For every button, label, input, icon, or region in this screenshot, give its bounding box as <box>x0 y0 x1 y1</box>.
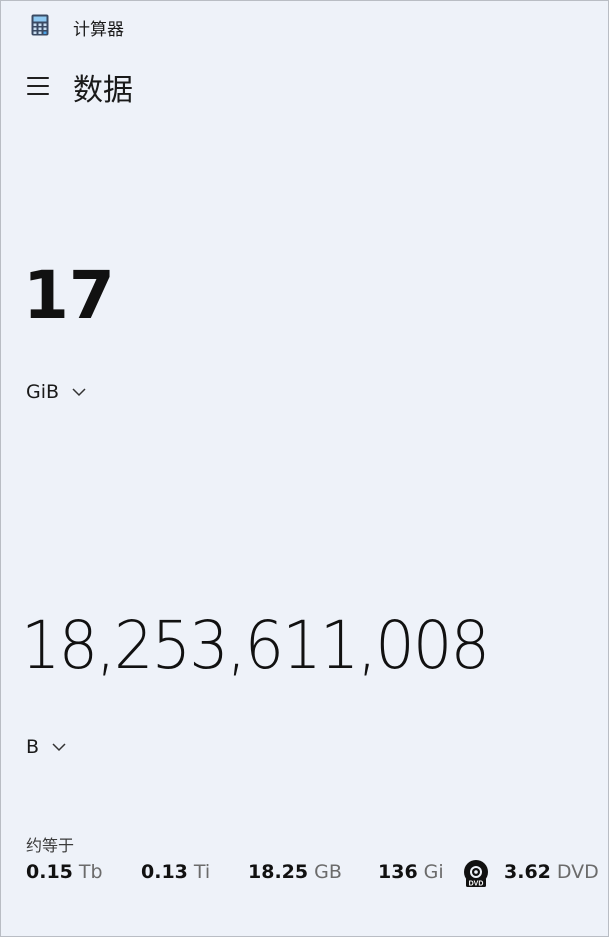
approx-unit: DVD <box>556 861 599 883</box>
approx-item: 3.62 DVD <box>504 861 599 883</box>
chevron-down-icon <box>72 388 86 397</box>
approx-value: 3.62 <box>504 861 551 883</box>
app-title: 计算器 <box>73 20 124 40</box>
dvd-icon: DVD <box>464 860 488 888</box>
output-unit-label: B <box>26 736 40 758</box>
title-bar: 计算器 <box>1 1 608 49</box>
chevron-down-icon <box>52 743 66 752</box>
approx-item: 0.13 Ti <box>141 861 210 883</box>
approx-value: 18.25 <box>248 861 309 883</box>
input-value[interactable]: 17 <box>23 257 115 334</box>
calculator-icon <box>31 14 49 36</box>
approx-item: 136 Gi <box>378 861 444 883</box>
svg-text:DVD: DVD <box>469 881 484 888</box>
approx-value: 136 <box>378 861 418 883</box>
input-unit-label: GiB <box>26 381 60 403</box>
approx-unit: GB <box>314 861 342 883</box>
approx-unit: Tb <box>78 861 103 883</box>
approx-list: 0.15 Tb 0.13 Ti 18.25 GB 136 Gi 3.62 DVD <box>26 861 601 889</box>
approx-item: 0.15 Tb <box>26 861 103 883</box>
output-value[interactable]: 18,253,611,008 <box>21 607 490 684</box>
approx-item: 18.25 GB <box>248 861 342 883</box>
approx-value: 0.13 <box>141 861 188 883</box>
output-unit-dropdown[interactable]: B <box>26 736 67 758</box>
approx-unit: Ti <box>193 861 211 883</box>
approx-value: 0.15 <box>26 861 73 883</box>
calculator-window: 计算器 数据 17 GiB 18,253,611,008 B 约等于 0.15 T… <box>0 0 609 937</box>
navigation-menu-button[interactable] <box>21 71 55 101</box>
hamburger-menu-icon <box>27 77 49 79</box>
input-unit-dropdown[interactable]: GiB <box>26 381 87 403</box>
approx-unit: Gi <box>423 861 444 883</box>
approx-label: 约等于 <box>26 836 75 855</box>
mode-title: 数据 <box>73 73 133 108</box>
